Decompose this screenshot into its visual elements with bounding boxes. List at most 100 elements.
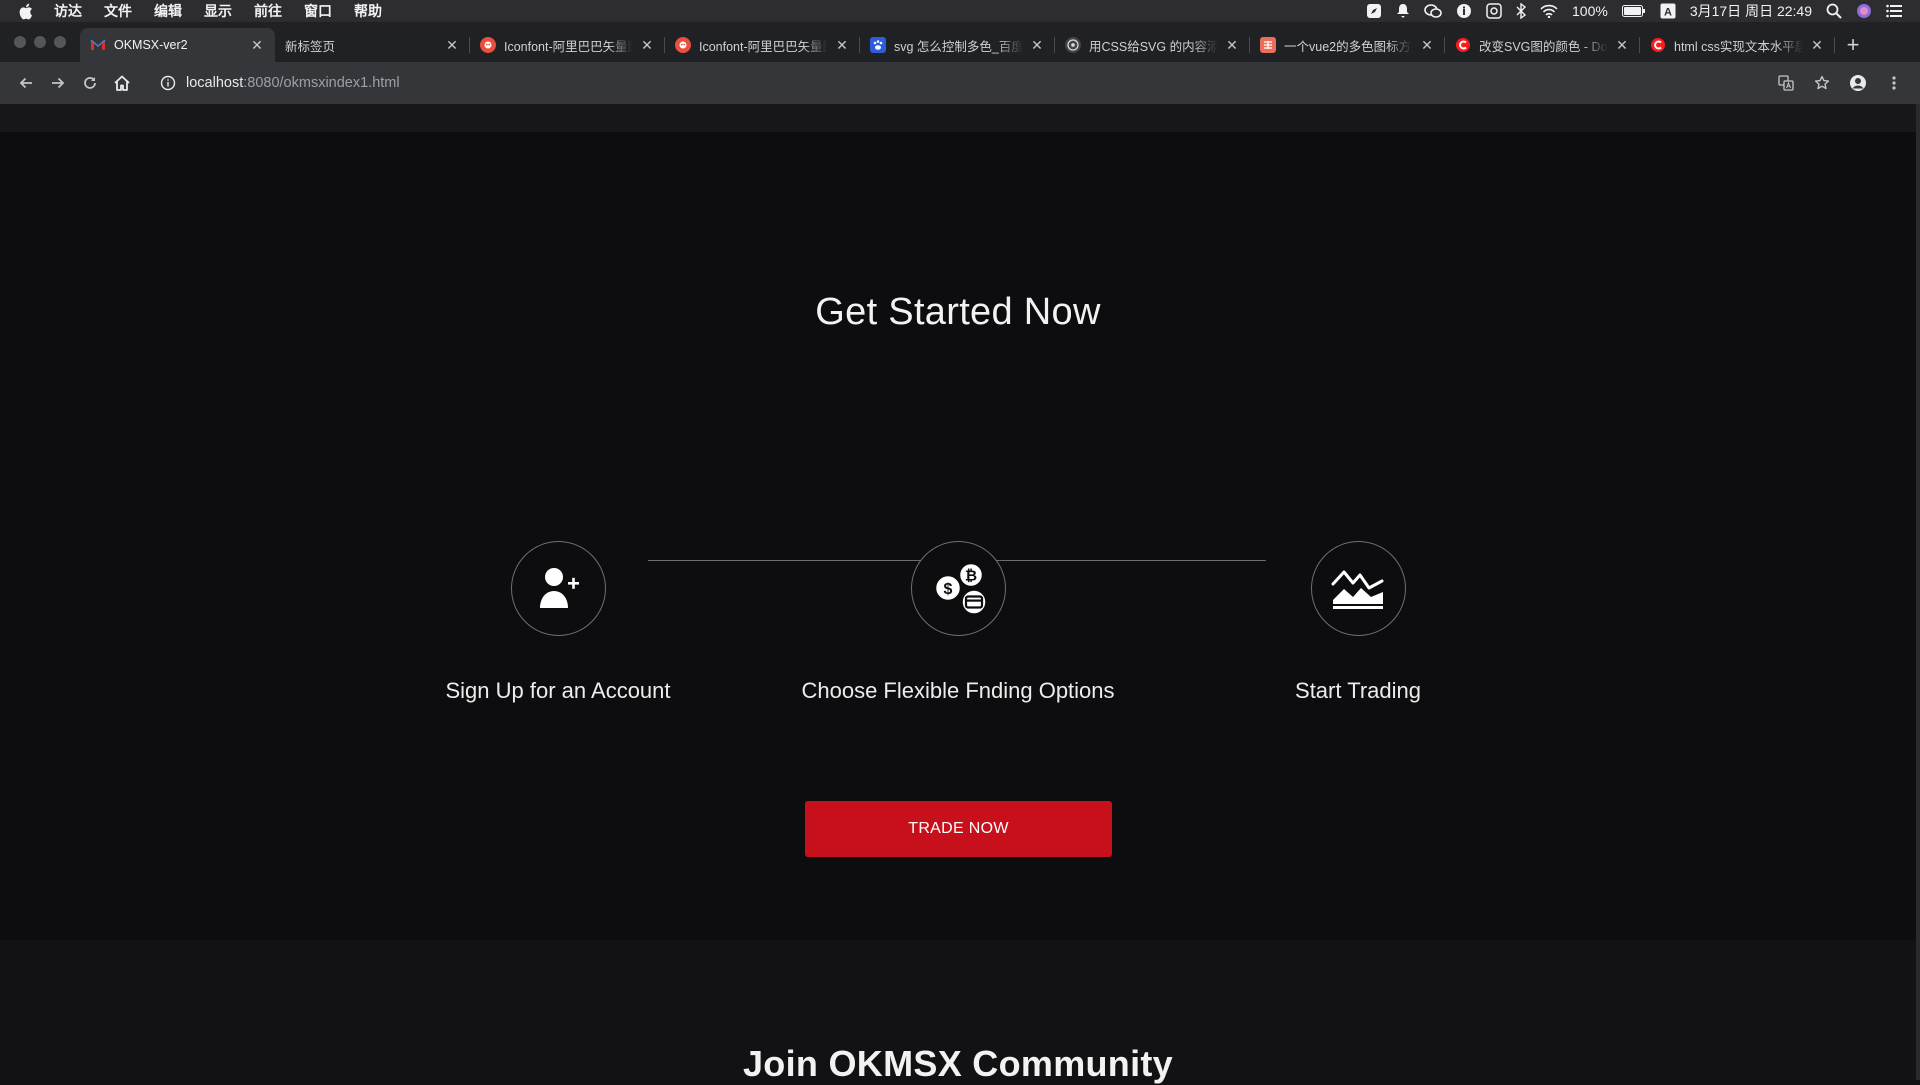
step-funding-options: ₿ $ Choose Flexible Fnding Options — [768, 541, 1148, 704]
browser-tab[interactable]: 改变SVG图的颜色 - Dou ✕ — [1445, 28, 1640, 62]
tab-title: 新标签页 — [285, 39, 336, 54]
close-tab-icon[interactable]: ✕ — [1419, 37, 1435, 53]
step-icon-circle: ₿ $ — [910, 541, 1006, 636]
star-icon — [1814, 75, 1830, 90]
wifi-icon[interactable] — [1540, 4, 1558, 18]
battery-icon[interactable] — [1621, 5, 1646, 17]
add-user-icon — [540, 567, 579, 608]
minimize-window-button[interactable] — [34, 36, 46, 48]
tab-title: 一个vue2的多色图标方案 — [1284, 39, 1413, 54]
tab-title: svg 怎么控制多色_百度搜索 — [894, 39, 1023, 54]
info-icon[interactable] — [160, 75, 176, 91]
page-scrollbar[interactable] — [1916, 104, 1920, 1080]
menu-window[interactable]: 窗口 — [304, 1, 332, 21]
profile-button[interactable] — [1842, 67, 1874, 99]
window-controls — [0, 22, 80, 62]
browser-tab[interactable]: 一个vue2的多色图标方案 ✕ — [1250, 28, 1445, 62]
tab-title: 改变SVG图的颜色 - Dou — [1479, 39, 1608, 54]
close-tab-icon[interactable]: ✕ — [834, 37, 850, 53]
close-tab-icon[interactable]: ✕ — [639, 37, 655, 53]
browser-tab[interactable]: OKMSX-ver2 ✕ — [80, 28, 275, 62]
jianshu-icon — [1260, 37, 1276, 53]
baidu-icon — [870, 37, 886, 53]
url-path: :8080/okmsxindex1.html — [243, 75, 400, 91]
browser-tab[interactable]: 新标签页 ✕ — [275, 28, 470, 62]
gmail-icon — [90, 37, 106, 53]
community-section-title: Join OKMSX Community — [742, 1043, 1174, 1084]
site-icon — [1065, 37, 1081, 53]
close-tab-icon[interactable]: ✕ — [444, 37, 460, 53]
spotlight-search-icon[interactable] — [1826, 3, 1842, 19]
zoom-window-button[interactable] — [54, 36, 66, 48]
tab-title: html css实现文本水平居中 — [1674, 39, 1803, 54]
home-icon — [114, 75, 130, 91]
menu-help[interactable]: 帮助 — [354, 1, 382, 21]
menu-file[interactable]: 文件 — [104, 1, 132, 21]
wechat-icon[interactable] — [1424, 3, 1442, 19]
new-tab-button[interactable]: + — [1835, 28, 1871, 62]
page-header-band — [0, 104, 1916, 132]
input-method-icon[interactable]: A — [1660, 3, 1676, 19]
menu-bar-status-area: 100% A 3月17日 周日 22:49 — [1366, 1, 1902, 21]
svg-text:₿: ₿ — [965, 566, 977, 584]
close-tab-icon[interactable]: ✕ — [1809, 37, 1825, 53]
menu-finder[interactable]: 访达 — [54, 1, 82, 21]
close-tab-icon[interactable]: ✕ — [1224, 37, 1240, 53]
browser-tab[interactable]: svg 怎么控制多色_百度搜索 ✕ — [860, 28, 1055, 62]
notification-center-icon[interactable] — [1886, 4, 1902, 18]
translate-button[interactable] — [1770, 67, 1802, 99]
web-page: Get Started Now Sign Up for an Account ₿… — [0, 104, 1916, 1084]
section-title: Get Started Now — [815, 291, 1101, 333]
step-icon-circle — [1310, 541, 1406, 636]
browser-tab[interactable]: html css实现文本水平居中 ✕ — [1640, 28, 1835, 62]
back-button[interactable] — [10, 67, 42, 99]
translate-icon — [1778, 75, 1794, 91]
macos-menu-bar: 访达 文件 编辑 显示 前往 窗口 帮助 100% A 3月17日 周日 22:… — [0, 0, 1920, 22]
app-grid-icon[interactable] — [1486, 3, 1502, 19]
trade-now-button[interactable]: TRADE NOW — [805, 801, 1112, 857]
apple-icon[interactable] — [18, 2, 34, 20]
menu-edit[interactable]: 编辑 — [154, 1, 182, 21]
menu-go[interactable]: 前往 — [254, 1, 282, 21]
chart-icon — [1331, 570, 1384, 609]
address-bar[interactable]: localhost:8080/okmsxindex1.html — [148, 67, 1762, 99]
coins-icon: ₿ $ — [933, 561, 988, 616]
step-label: Start Trading — [1295, 678, 1421, 703]
tab-title: Iconfont-阿里巴巴矢量图标库 — [504, 39, 633, 54]
bluetooth-icon[interactable] — [1516, 3, 1527, 19]
compass-icon[interactable] — [1366, 3, 1382, 19]
info-circle-icon[interactable] — [1456, 3, 1472, 19]
bookmark-button[interactable] — [1806, 67, 1838, 99]
reload-button[interactable] — [74, 67, 106, 99]
tab-title: OKMSX-ver2 — [114, 38, 188, 52]
browser-menu-button[interactable] — [1878, 67, 1910, 99]
notification-bell-icon[interactable] — [1396, 3, 1410, 19]
step-label: Choose Flexible Fnding Options — [801, 678, 1115, 703]
step-sign-up: Sign Up for an Account — [368, 541, 748, 704]
menu-bar-clock[interactable]: 3月17日 周日 22:49 — [1690, 1, 1812, 21]
home-button[interactable] — [106, 67, 138, 99]
forward-button[interactable] — [42, 67, 74, 99]
close-window-button[interactable] — [14, 36, 26, 48]
tab-title: 用CSS给SVG 的内容添加样式 — [1089, 39, 1218, 54]
more-vertical-icon — [1892, 76, 1896, 90]
close-tab-icon[interactable]: ✕ — [1029, 37, 1045, 53]
step-icon-circle — [510, 541, 606, 636]
iconfont-icon — [675, 37, 691, 53]
battery-percent: 100% — [1572, 3, 1608, 19]
browser-tab[interactable]: Iconfont-阿里巴巴矢量图标库 ✕ — [470, 28, 665, 62]
siri-icon[interactable] — [1856, 3, 1872, 19]
step-label: Sign Up for an Account — [445, 678, 671, 703]
csdn-icon — [1650, 37, 1666, 53]
browser-tab-strip: OKMSX-ver2 ✕ 新标签页 ✕ Iconfont-阿里巴巴矢量图标库 ✕… — [0, 22, 1920, 62]
svg-text:$: $ — [944, 581, 953, 598]
browser-tab[interactable]: 用CSS给SVG 的内容添加样式 ✕ — [1055, 28, 1250, 62]
csdn-icon — [1455, 37, 1471, 53]
menu-view[interactable]: 显示 — [204, 1, 232, 21]
close-tab-icon[interactable]: ✕ — [1614, 37, 1630, 53]
account-icon — [1850, 75, 1866, 91]
close-tab-icon[interactable]: ✕ — [249, 37, 265, 53]
svg-text:A: A — [1664, 7, 1672, 19]
iconfont-icon — [480, 37, 496, 53]
browser-tab[interactable]: Iconfont-阿里巴巴矢量图标库 ✕ — [665, 28, 860, 62]
